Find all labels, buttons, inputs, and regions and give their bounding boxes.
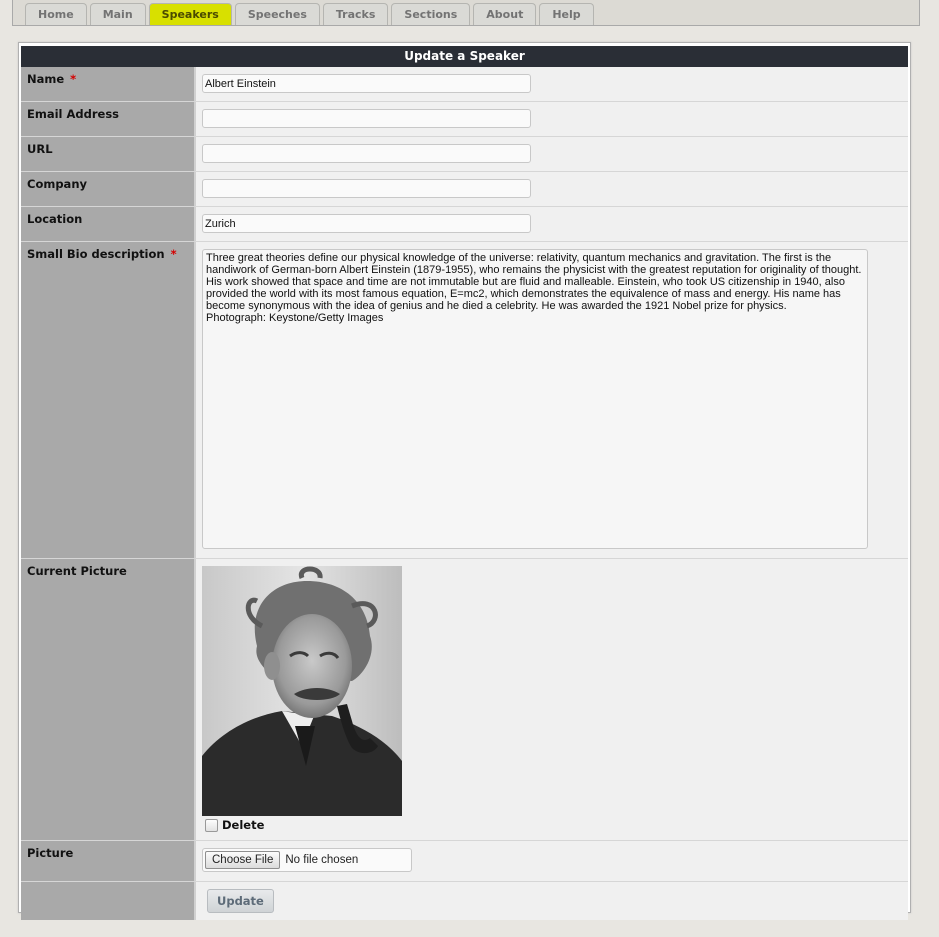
- name-input[interactable]: Albert Einstein: [202, 74, 531, 93]
- email-row: Email Address: [21, 102, 908, 137]
- url-row: URL: [21, 137, 908, 172]
- company-label: Company: [21, 172, 196, 206]
- nav-tabs: Home Main Speakers Speeches Tracks Secti…: [25, 3, 597, 25]
- name-label: Name: [27, 72, 65, 86]
- bio-label: Small Bio description: [27, 247, 165, 261]
- url-label: URL: [21, 137, 196, 171]
- name-row: Name * Albert Einstein: [21, 67, 908, 102]
- location-input[interactable]: Zurich: [202, 214, 531, 233]
- form-title: Update a Speaker: [21, 46, 908, 67]
- location-row: Location Zurich: [21, 207, 908, 242]
- picture-label: Picture: [21, 841, 196, 881]
- speaker-form-panel: Update a Speaker Name * Albert Einstein E…: [18, 42, 911, 920]
- tab-main[interactable]: Main: [89, 3, 146, 25]
- email-input[interactable]: [202, 109, 531, 128]
- email-label: Email Address: [21, 102, 196, 136]
- speaker-photo: [202, 566, 402, 816]
- url-input[interactable]: [202, 144, 531, 163]
- required-marker: *: [170, 247, 177, 261]
- tab-tracks[interactable]: Tracks: [322, 3, 389, 25]
- tab-home[interactable]: Home: [25, 3, 87, 25]
- current-picture-label: Current Picture: [21, 559, 196, 840]
- tab-help[interactable]: Help: [539, 3, 594, 25]
- delete-option: Delete: [202, 818, 908, 832]
- company-row: Company: [21, 172, 908, 207]
- tab-speeches[interactable]: Speeches: [234, 3, 320, 25]
- location-label: Location: [21, 207, 196, 241]
- bio-textarea[interactable]: Three great theories define our physical…: [202, 249, 868, 549]
- top-navigation-bar: Home Main Speakers Speeches Tracks Secti…: [12, 0, 920, 26]
- required-marker: *: [70, 72, 77, 86]
- file-input[interactable]: Choose File No file chosen: [202, 848, 412, 872]
- delete-checkbox[interactable]: [205, 818, 218, 832]
- picture-row: Picture Choose File No file chosen: [21, 841, 908, 882]
- tab-sections[interactable]: Sections: [391, 3, 471, 25]
- current-picture-row: Current Picture Delete: [21, 559, 908, 841]
- tab-speakers[interactable]: Speakers: [148, 3, 232, 25]
- tab-about[interactable]: About: [473, 3, 537, 25]
- submit-row: Update: [21, 882, 908, 920]
- bio-row: Small Bio description * Three great theor…: [21, 242, 908, 559]
- update-button[interactable]: Update: [207, 889, 274, 913]
- delete-label: Delete: [222, 818, 265, 832]
- file-status: No file chosen: [285, 854, 359, 866]
- choose-file-button[interactable]: Choose File: [205, 851, 281, 869]
- company-input[interactable]: [202, 179, 531, 198]
